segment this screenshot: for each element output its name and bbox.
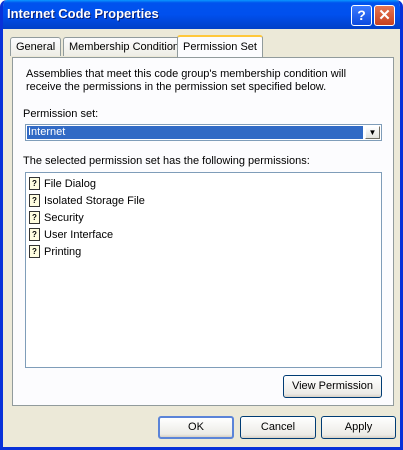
window-title: Internet Code Properties <box>7 6 159 21</box>
tab-general[interactable]: General <box>10 37 62 56</box>
permission-set-label: Permission set: <box>23 108 99 120</box>
apply-button[interactable]: Apply <box>321 416 396 439</box>
list-item-label: File Dialog <box>44 178 96 190</box>
title-bar[interactable]: Internet Code Properties ? ✕ <box>3 0 400 29</box>
list-item-label: Isolated Storage File <box>44 195 145 207</box>
dialog-window: Internet Code Properties ? ✕ General Mem… <box>0 0 403 450</box>
tab-membership-condition[interactable]: Membership Condition <box>63 37 186 56</box>
permission-icon: ? <box>29 245 40 258</box>
permission-set-dropdown[interactable]: Internet ▼ <box>25 124 382 141</box>
view-permission-button[interactable]: View Permission <box>283 375 382 398</box>
cancel-button[interactable]: Cancel <box>240 416 316 439</box>
tab-permission-set[interactable]: Permission Set <box>177 35 263 57</box>
permission-icon: ? <box>29 194 40 207</box>
permissions-list[interactable]: ? File Dialog ? Isolated Storage File ? … <box>25 172 382 368</box>
help-button[interactable]: ? <box>351 5 372 26</box>
list-item-label: User Interface <box>44 229 114 241</box>
chevron-down-icon[interactable]: ▼ <box>365 126 380 139</box>
permission-icon: ? <box>29 228 40 241</box>
permission-set-value: Internet <box>27 126 363 139</box>
description-text: Assemblies that meet this code group's m… <box>26 68 347 93</box>
permission-icon: ? <box>29 211 40 224</box>
permission-icon: ? <box>29 177 40 190</box>
list-item-label: Printing <box>44 246 82 258</box>
list-item-label: Security <box>44 212 84 224</box>
ok-button[interactable]: OK <box>158 416 234 439</box>
permissions-label: The selected permission set has the foll… <box>23 155 310 167</box>
close-button[interactable]: ✕ <box>374 5 395 26</box>
